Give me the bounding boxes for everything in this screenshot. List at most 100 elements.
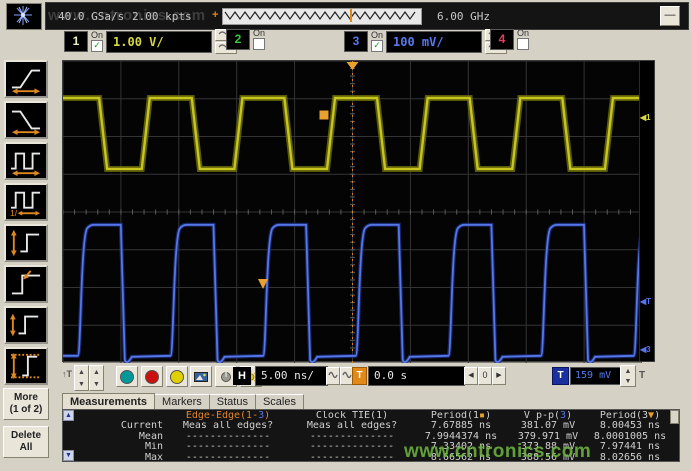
agilent-logo-icon: [6, 3, 42, 30]
channel-4-on-checkbox[interactable]: [517, 38, 529, 50]
column-header: Period(1▪): [415, 411, 507, 421]
measurement-value: 381.07 mV: [507, 421, 589, 431]
channel-3-button[interactable]: 3: [344, 31, 368, 52]
channel-1-button[interactable]: 1: [64, 31, 88, 52]
row-label: Mean: [75, 432, 167, 442]
measurement-sidebar: 1/ More(1 of 2) DeleteAll: [2, 60, 48, 458]
measurement-value: --------------: [167, 453, 289, 463]
header-text-close: ): [654, 411, 660, 421]
minimize-button[interactable]: —: [660, 6, 680, 26]
measurement-marker-square[interactable]: [320, 111, 329, 120]
measurement-value: 8.00453 ns: [589, 421, 671, 431]
yellow-marker-icon: [170, 370, 184, 384]
delete-all-button[interactable]: DeleteAll: [3, 426, 49, 458]
watermark-bottom: www.cntronics.com: [404, 441, 591, 463]
gutter-marker-1[interactable]: ◀1: [640, 113, 651, 122]
channel-1-scale-display[interactable]: 1.00 V/: [106, 31, 212, 53]
acquisition-reference-icon: +: [212, 9, 218, 21]
channel-4-button[interactable]: 4: [490, 29, 514, 50]
rise-time-button[interactable]: [4, 60, 48, 98]
header-text-close: ): [485, 411, 491, 421]
tab-status[interactable]: Status: [210, 394, 256, 409]
frequency-button[interactable]: 1/: [4, 183, 48, 221]
nudge-spinner-right[interactable]: ▲▼: [89, 365, 104, 391]
delay-zero-button[interactable]: 0: [478, 367, 492, 385]
overshoot-button[interactable]: [4, 265, 48, 303]
delay-increment-button[interactable]: ▶: [492, 367, 506, 385]
channel-1-on-checkbox[interactable]: ✓: [91, 40, 103, 52]
trigger-position-icon: ↑T: [62, 369, 72, 379]
channel-3-group: 3On✓100 mV/: [344, 29, 507, 54]
measurement-value: Meas all edges?: [167, 421, 289, 431]
cyan-marker-button[interactable]: [116, 366, 138, 387]
measurement-value: 7.67885 ns: [415, 421, 507, 431]
table-scroll-up[interactable]: ▲: [63, 410, 74, 421]
amplitude-button[interactable]: [4, 224, 48, 262]
timebase-display[interactable]: 5.00 ns/: [255, 366, 328, 386]
bottom-tabs: MeasurementsMarkersStatusScales: [62, 393, 304, 409]
tab-scales[interactable]: Scales: [256, 394, 304, 409]
horizontal-settings-button[interactable]: H: [233, 367, 251, 385]
header-text-close: ): [264, 411, 270, 421]
top-level-icon: [9, 310, 43, 340]
header-spacer: [75, 411, 167, 421]
channel-controls-row: 1On✓1.00 V/2On3On✓100 mV/4On: [0, 29, 691, 59]
top-level-button[interactable]: [4, 306, 48, 344]
red-marker-button[interactable]: [141, 366, 163, 387]
channel-3-on-checkbox[interactable]: ✓: [371, 40, 383, 52]
row-label: Current: [75, 421, 167, 431]
peak-peak-icon: [9, 351, 43, 381]
table-scrollbar[interactable]: [670, 410, 679, 424]
table-row: CurrentMeas all edges?Meas all edges?7.6…: [75, 421, 669, 431]
header-text: V p-p(: [524, 411, 560, 421]
peak-peak-button[interactable]: [4, 347, 48, 385]
channel-on-label: On: [371, 31, 383, 40]
delay-display[interactable]: 0.0 s: [368, 366, 465, 386]
column-header: V p-p(3): [507, 411, 589, 421]
overshoot-icon: [9, 269, 43, 299]
measurement-value: --------------: [167, 442, 289, 452]
bandwidth: 6.00 GHz: [437, 10, 490, 23]
acquisition-trigger-tick: [350, 9, 352, 22]
trigger-time-icon: T: [352, 367, 367, 385]
delay-decrement-button[interactable]: ◀: [464, 367, 478, 385]
zoom-wave-button-1[interactable]: [326, 367, 340, 385]
trigger-level-spinner[interactable]: ▲▼: [620, 365, 636, 387]
waveform-grid: [63, 61, 642, 363]
table-header-row: Edge-Edge(1-3)Clock TIE(1)Period(1▪)V p-…: [75, 411, 669, 421]
tab-markers[interactable]: Markers: [155, 394, 210, 409]
channel-2-on: On: [253, 29, 265, 50]
more-measurements-button[interactable]: More(1 of 2): [3, 388, 49, 420]
channel-4-group: 4On: [490, 29, 529, 50]
screen-capture-button[interactable]: [190, 366, 212, 387]
trigger-level-display[interactable]: 159 mV: [570, 367, 622, 385]
trigger-position-marker[interactable]: [347, 62, 359, 70]
channel-1-on: On✓: [91, 31, 103, 52]
trigger-ref-label: T: [639, 370, 645, 381]
channel-3-scale-display[interactable]: 100 mV/: [386, 31, 482, 53]
rise-time-icon: [9, 64, 43, 94]
channel-2-button[interactable]: 2: [226, 29, 250, 50]
yellow-marker-button[interactable]: [166, 366, 188, 387]
gutter-marker-t[interactable]: ◀T: [640, 297, 651, 306]
acquisition-memory-bar[interactable]: [222, 8, 422, 25]
header-text-close: ): [566, 411, 572, 421]
right-marker-gutter: ◀1 ◀T ◀3: [639, 61, 654, 361]
fall-time-button[interactable]: [4, 101, 48, 139]
gutter-marker-3[interactable]: ◀3: [640, 345, 651, 354]
row-label: Max: [75, 453, 167, 463]
tab-measurements[interactable]: Measurements: [62, 393, 155, 409]
period-button[interactable]: [4, 142, 48, 180]
header-text: Period(1: [431, 411, 479, 421]
red-marker-icon: [145, 370, 159, 384]
waveform-display: ◀1 ◀T ◀3: [62, 60, 655, 362]
measurement-value: --------------: [167, 432, 289, 442]
measurement-value: 7.97441 ns: [589, 442, 671, 452]
trigger-source-button[interactable]: T: [552, 367, 569, 385]
watermark-top: www.cntronics.com: [48, 7, 206, 24]
channel-2-on-checkbox[interactable]: [253, 38, 265, 50]
column-header: Edge-Edge(1-3): [167, 411, 289, 421]
nudge-spinner-left[interactable]: ▲▼: [74, 365, 89, 391]
table-scroll-down[interactable]: ▼: [63, 450, 74, 461]
column-header: Clock TIE(1): [289, 411, 415, 421]
